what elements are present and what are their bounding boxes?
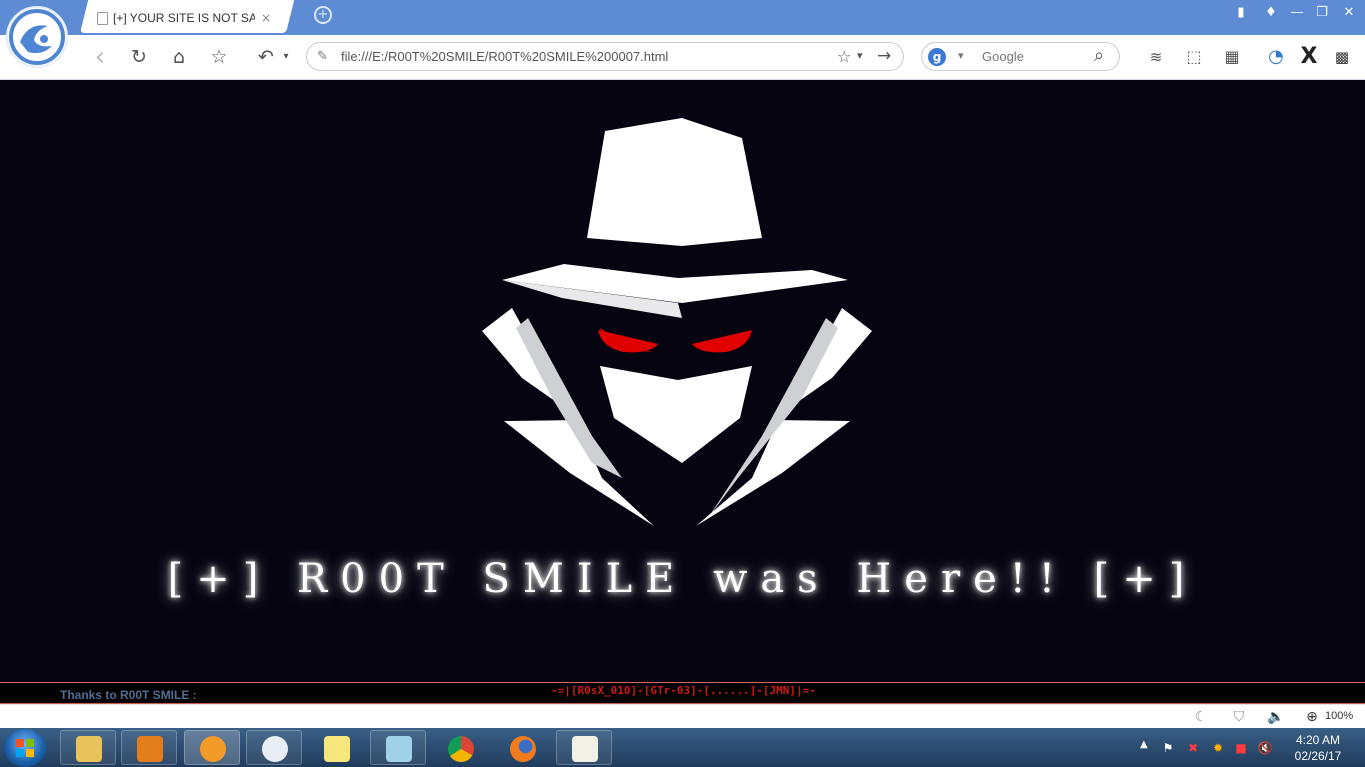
defaced-page: [+] R00T SMILE was Here!! [+] bbox=[0, 80, 1365, 682]
x-extension-icon[interactable]: X bbox=[1295, 43, 1323, 71]
sticky-notes-icon bbox=[324, 736, 350, 762]
search-engine-icon[interactable]: g bbox=[928, 48, 946, 66]
extensions-icon[interactable]: ▦ bbox=[1218, 43, 1246, 71]
favorites-button[interactable]: ☆ bbox=[205, 43, 233, 71]
speaker-muted-icon[interactable]: 🔇 bbox=[1257, 740, 1273, 756]
uc-logo-mark bbox=[9, 9, 65, 65]
tab-close-icon[interactable]: × bbox=[261, 11, 271, 25]
notification-burst-icon[interactable]: ✹ bbox=[1210, 740, 1226, 756]
shield-icon[interactable]: ⛉ bbox=[1230, 708, 1248, 726]
taskbar-chrome[interactable] bbox=[432, 730, 488, 765]
volume-icon[interactable]: 🔈 bbox=[1267, 708, 1285, 726]
thanks-text: Thanks to R00T SMILE : bbox=[60, 688, 197, 702]
hooded-hacker-icon bbox=[482, 118, 872, 526]
taskbar-firefox[interactable] bbox=[494, 730, 550, 765]
network-error-icon[interactable]: ✖ bbox=[1185, 740, 1201, 756]
clock-date: 02/26/17 bbox=[1294, 749, 1342, 763]
uc-browser-icon bbox=[200, 736, 226, 762]
deface-headline: [+] R00T SMILE was Here!! [+] bbox=[167, 556, 1198, 602]
minimize-button[interactable]: — bbox=[1286, 3, 1308, 23]
night-mode-icon[interactable]: ☾ bbox=[1192, 708, 1210, 726]
skin-icon[interactable]: ♦ bbox=[1260, 3, 1282, 23]
reload-button[interactable]: ↻ bbox=[125, 43, 153, 71]
screenshot-icon[interactable]: ⬚ bbox=[1180, 43, 1208, 71]
page-icon bbox=[97, 11, 108, 25]
address-url: file:///E:/R00T%20SMILE/R00T%20SMILE%200… bbox=[341, 49, 669, 64]
speed-dial-icon[interactable]: ◔ bbox=[1262, 43, 1290, 71]
bookmark-star-icon[interactable]: ☆ bbox=[837, 47, 851, 66]
taskbar-media-player[interactable] bbox=[121, 730, 177, 765]
new-tab-icon[interactable]: + bbox=[312, 4, 334, 26]
tab-title: [+] YOUR SITE IS NOT SAF bbox=[113, 11, 255, 25]
page-footer: Thanks to R00T SMILE : -=|[R0sX_010]-[GT… bbox=[0, 682, 1365, 704]
back-button[interactable]: ‹ bbox=[86, 43, 114, 71]
home-button[interactable]: ⌂ bbox=[165, 43, 193, 71]
uc-browser-logo-icon[interactable] bbox=[6, 6, 68, 68]
address-bar[interactable]: ✎ file:///E:/R00T%20SMILE/R00T%20SMILE%2… bbox=[306, 42, 904, 71]
taskbar-paint[interactable] bbox=[246, 730, 302, 765]
notepad-icon bbox=[386, 736, 412, 762]
search-box[interactable]: g ▾ Google ⌕ bbox=[921, 42, 1120, 71]
taskbar-sticky-notes[interactable] bbox=[308, 730, 364, 765]
windows-logo-icon bbox=[16, 739, 34, 757]
taskbar-text-editor[interactable] bbox=[556, 730, 612, 765]
firefox-icon bbox=[510, 736, 536, 762]
start-button[interactable] bbox=[4, 729, 46, 767]
taskbar-explorer[interactable] bbox=[60, 730, 116, 765]
clock-time: 4:20 AM bbox=[1295, 733, 1341, 747]
file-protocol-icon: ✎ bbox=[317, 49, 328, 64]
taskbar-uc-browser[interactable] bbox=[184, 730, 240, 765]
close-window-button[interactable]: ✕ bbox=[1338, 3, 1360, 23]
tray-expand-icon[interactable]: ▲ bbox=[1140, 739, 1148, 750]
phone-icon[interactable]: ▮ bbox=[1230, 3, 1252, 23]
qr-code-icon[interactable]: ▩ bbox=[1328, 43, 1356, 71]
browser-status-bar: ☾ ⛉ 🔈 ⊕ 100% bbox=[0, 704, 1365, 728]
windows-taskbar: ▲ ⚑ ✖ ✹ ■ 🔇 4:20 AM 02/26/17 bbox=[0, 728, 1365, 767]
address-dropdown-icon[interactable]: ▾ bbox=[857, 49, 863, 62]
browser-toolbar: ‹ ↻ ⌂ ☆ ↶ ▾ ✎ file:///E:/R00T%20SMILE/R0… bbox=[0, 35, 1365, 80]
system-clock[interactable]: 4:20 AM 02/26/17 bbox=[1290, 732, 1346, 764]
action-center-icon[interactable]: ⚑ bbox=[1160, 740, 1176, 756]
go-icon[interactable]: → bbox=[877, 46, 891, 66]
engine-dropdown-icon[interactable]: ▾ bbox=[958, 49, 964, 62]
restore-button[interactable]: ❐ bbox=[1311, 3, 1333, 23]
text-editor-icon bbox=[572, 736, 598, 762]
security-icon[interactable]: ■ bbox=[1233, 740, 1249, 756]
chrome-icon bbox=[448, 736, 474, 762]
taskbar-notepad[interactable] bbox=[370, 730, 426, 765]
browser-tab[interactable]: [+] YOUR SITE IS NOT SAF × bbox=[97, 9, 277, 27]
search-icon[interactable]: ⌕ bbox=[1094, 45, 1104, 66]
zoom-level[interactable]: 100% bbox=[1325, 710, 1353, 722]
crew-marquee: -=|[R0sX_010]-[GTr-03]-[......]-[JMN]|=- bbox=[551, 684, 816, 697]
title-bar: [+] YOUR SITE IS NOT SAF × + ▮ ♦ — ❐ ✕ bbox=[0, 0, 1365, 35]
zoom-icon[interactable]: ⊕ bbox=[1303, 708, 1321, 726]
wifi-icon[interactable]: ≋ bbox=[1142, 43, 1170, 71]
undo-dropdown-icon[interactable]: ▾ bbox=[272, 43, 300, 71]
media-player-icon bbox=[137, 736, 163, 762]
search-input[interactable]: Google bbox=[982, 49, 1024, 64]
paint-icon bbox=[262, 736, 288, 762]
explorer-icon bbox=[76, 736, 102, 762]
